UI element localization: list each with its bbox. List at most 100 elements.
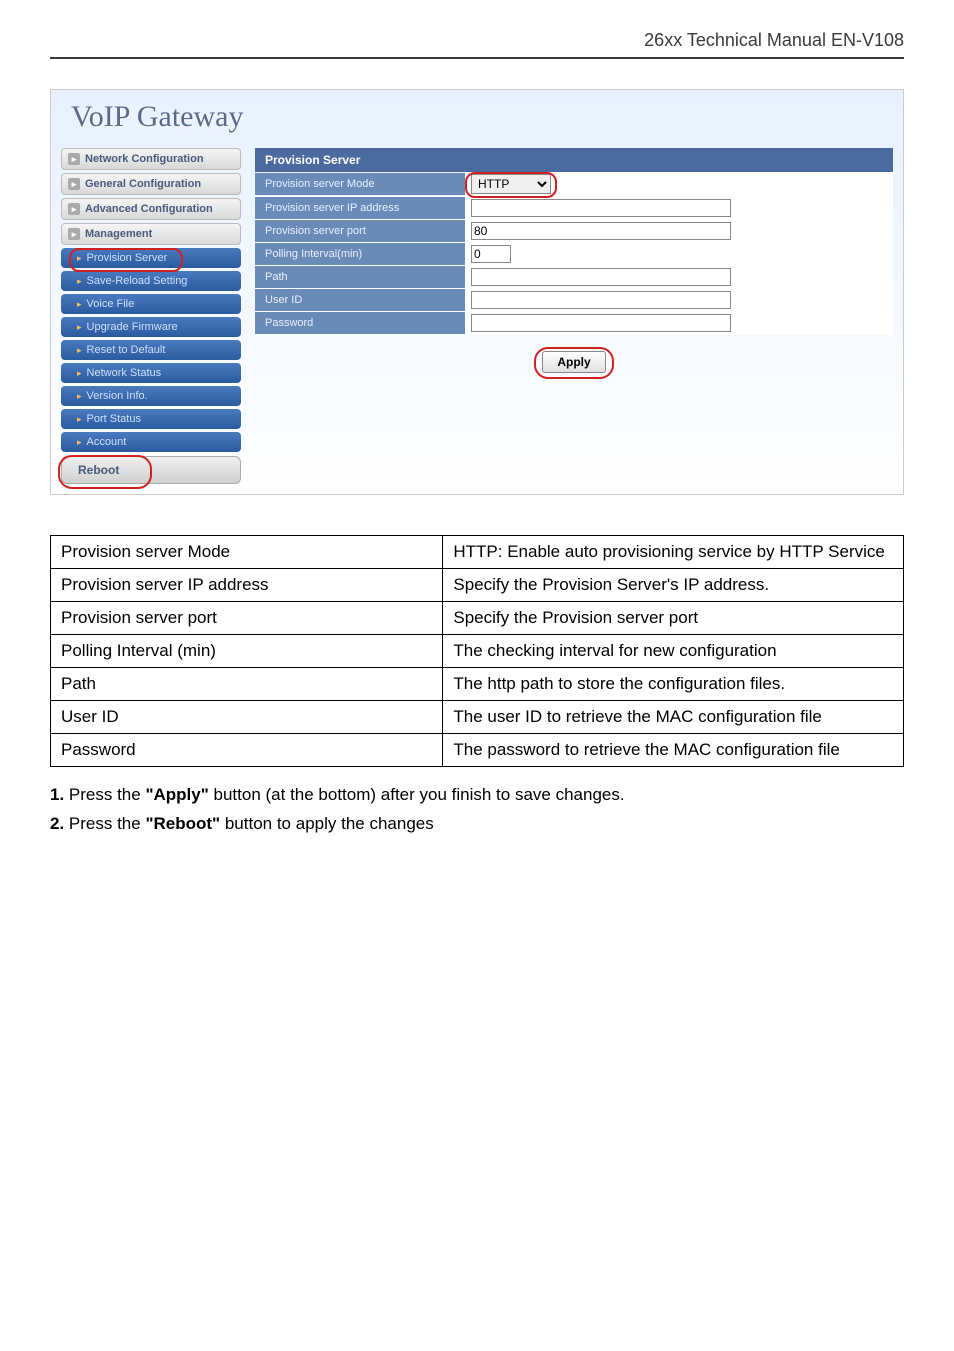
chevron-icon: ▸ — [68, 203, 80, 215]
sidebar-item-label: Save-Reload Setting — [87, 275, 188, 287]
table-val: Specify the Provision server port — [443, 602, 904, 635]
sidebar-item-version-info[interactable]: ▸ Version Info. — [61, 386, 241, 406]
apply-button[interactable]: Apply — [542, 351, 605, 373]
note-1: 1. Press the "Apply" button (at the bott… — [50, 781, 904, 808]
sidebar-item-reset-default[interactable]: ▸ Reset to Default — [61, 340, 241, 360]
sidebar-group-label: Network Configuration — [85, 153, 204, 165]
path-input[interactable] — [471, 268, 731, 286]
triangle-icon: ▸ — [77, 391, 82, 402]
sidebar-group-advanced[interactable]: ▸ Advanced Configuration — [61, 198, 241, 220]
table-key: Path — [51, 668, 443, 701]
table-val: The password to retrieve the MAC configu… — [443, 734, 904, 767]
label-ip: Provision server IP address — [255, 197, 465, 219]
reboot-button[interactable]: Reboot — [61, 456, 241, 484]
table-key: Password — [51, 734, 443, 767]
port-input[interactable] — [471, 222, 731, 240]
table-val: HTTP: Enable auto provisioning service b… — [443, 536, 904, 569]
row-ip: Provision server IP address — [255, 197, 893, 220]
ui-body: ▸ Network Configuration ▸ General Configur… — [51, 144, 903, 494]
sidebar-item-provision-server[interactable]: ▸ Provision Server — [61, 248, 241, 268]
triangle-icon: ▸ — [77, 253, 82, 264]
triangle-icon: ▸ — [77, 276, 82, 287]
sidebar-item-label: Upgrade Firmware — [87, 321, 178, 333]
field-port — [465, 220, 893, 242]
sidebar-group-network[interactable]: ▸ Network Configuration — [61, 148, 241, 170]
label-mode: Provision server Mode — [255, 173, 465, 195]
triangle-icon: ▸ — [77, 299, 82, 310]
sidebar: ▸ Network Configuration ▸ General Configur… — [51, 144, 251, 494]
userid-input[interactable] — [471, 291, 731, 309]
table-row: PathThe http path to store the configura… — [51, 668, 904, 701]
label-polling: Polling Interval(min) — [255, 243, 465, 265]
triangle-icon: ▸ — [77, 414, 82, 425]
main-panel: Provision Server Provision server Mode H… — [251, 144, 903, 393]
chevron-icon: ▸ — [68, 228, 80, 240]
sidebar-group-label: Advanced Configuration — [85, 203, 213, 215]
table-key: Provision server IP address — [51, 569, 443, 602]
sidebar-item-save-reload[interactable]: ▸ Save-Reload Setting — [61, 271, 241, 291]
panel-title: Provision Server — [255, 148, 893, 172]
label-userid: User ID — [255, 289, 465, 311]
table-row: Provision server ModeHTTP: Enable auto p… — [51, 536, 904, 569]
table-row: Provision server portSpecify the Provisi… — [51, 602, 904, 635]
logo: VoIP Gateway — [71, 100, 883, 134]
sidebar-item-label: Port Status — [87, 413, 141, 425]
label-password: Password — [255, 312, 465, 334]
table-val: The http path to store the configuration… — [443, 668, 904, 701]
table-key: User ID — [51, 701, 443, 734]
table-val: The user ID to retrieve the MAC configur… — [443, 701, 904, 734]
chevron-icon: ▸ — [68, 178, 80, 190]
mode-select[interactable]: HTTP — [471, 174, 551, 194]
field-mode: HTTP — [465, 172, 893, 196]
table-key: Provision server Mode — [51, 536, 443, 569]
polling-input[interactable] — [471, 245, 511, 263]
triangle-icon: ▸ — [77, 322, 82, 333]
sidebar-item-label: Version Info. — [87, 390, 148, 402]
table-val: The checking interval for new configurat… — [443, 635, 904, 668]
description-table: Provision server ModeHTTP: Enable auto p… — [50, 535, 904, 767]
triangle-icon: ▸ — [77, 345, 82, 356]
sidebar-item-label: Reset to Default — [87, 344, 166, 356]
chevron-icon: ▸ — [68, 153, 80, 165]
table-row: Polling Interval (min)The checking inter… — [51, 635, 904, 668]
field-path — [465, 266, 893, 288]
row-password: Password — [255, 312, 893, 335]
table-val: Specify the Provision Server's IP addres… — [443, 569, 904, 602]
sidebar-item-account[interactable]: ▸ Account — [61, 432, 241, 452]
note-2: 2. Press the "Reboot" button to apply th… — [50, 810, 904, 837]
sidebar-item-voice-file[interactable]: ▸ Voice File — [61, 294, 241, 314]
sidebar-group-label: Management — [85, 228, 152, 240]
sidebar-item-label: Voice File — [87, 298, 135, 310]
sidebar-item-upgrade-firmware[interactable]: ▸ Upgrade Firmware — [61, 317, 241, 337]
field-ip — [465, 197, 893, 219]
password-input[interactable] — [471, 314, 731, 332]
table-row: User IDThe user ID to retrieve the MAC c… — [51, 701, 904, 734]
table-key: Provision server port — [51, 602, 443, 635]
sidebar-item-network-status[interactable]: ▸ Network Status — [61, 363, 241, 383]
label-port: Provision server port — [255, 220, 465, 242]
ui-top: VoIP Gateway — [51, 90, 903, 144]
ip-input[interactable] — [471, 199, 731, 217]
sidebar-group-label: General Configuration — [85, 178, 201, 190]
triangle-icon: ▸ — [77, 368, 82, 379]
table-key: Polling Interval (min) — [51, 635, 443, 668]
field-password — [465, 312, 893, 334]
sidebar-group-general[interactable]: ▸ General Configuration — [61, 173, 241, 195]
sidebar-item-label: Provision Server — [87, 252, 168, 264]
label-path: Path — [255, 266, 465, 288]
row-userid: User ID — [255, 289, 893, 312]
sidebar-group-management[interactable]: ▸ Management — [61, 223, 241, 245]
row-path: Path — [255, 266, 893, 289]
sidebar-item-port-status[interactable]: ▸ Port Status — [61, 409, 241, 429]
row-port: Provision server port — [255, 220, 893, 243]
field-polling — [465, 243, 893, 265]
page-header: 26xx Technical Manual EN-V108 — [50, 30, 904, 59]
table-row: Provision server IP addressSpecify the P… — [51, 569, 904, 602]
notes: 1. Press the "Apply" button (at the bott… — [50, 781, 904, 837]
ui-screenshot: VoIP Gateway ▸ Network Configuration ▸ Gen… — [50, 89, 904, 495]
table-row: PasswordThe password to retrieve the MAC… — [51, 734, 904, 767]
sidebar-item-label: Network Status — [87, 367, 162, 379]
triangle-icon: ▸ — [77, 437, 82, 448]
apply-wrap: Apply — [255, 351, 893, 373]
sidebar-item-label: Account — [87, 436, 127, 448]
